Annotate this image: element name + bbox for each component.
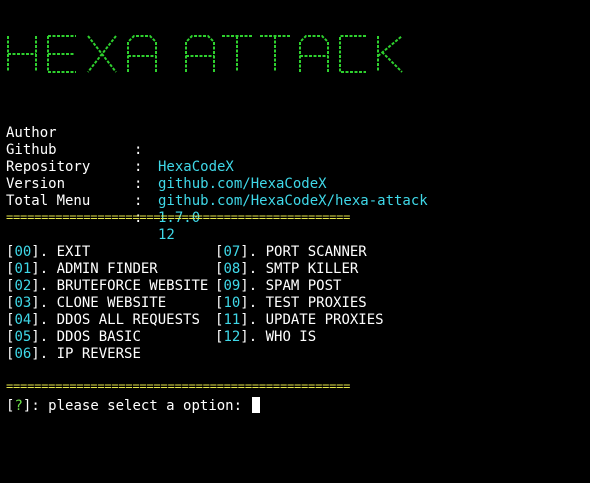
info-key: Total Menu	[6, 193, 91, 209]
divider-top: ========================================…	[6, 210, 351, 224]
info-separator: :	[134, 193, 143, 209]
menu-number: 03	[14, 295, 32, 311]
menu-number: 10	[223, 295, 241, 311]
info-separator: :	[134, 142, 143, 158]
info-row-repository: Repository : github.com/HexaCodeX/hexa-a…	[6, 142, 428, 209]
menu-item-who-is[interactable]: [12]. WHO IS	[215, 329, 384, 346]
banner-letter-a2	[185, 35, 215, 72]
menu-item-bruteforce-website[interactable]: [02]. BRUTEFORCE WEBSITE	[6, 278, 208, 295]
menu-label: SMTP KILLER	[265, 261, 359, 277]
divider-bottom: ========================================…	[6, 379, 351, 393]
menu-item-ip-reverse[interactable]: [06]. IP REVERSE	[6, 346, 208, 363]
menu-column-right: [07]. PORT SCANNER [08]. SMTP KILLER [09…	[215, 244, 384, 346]
info-value: github.com/HexaCodeX/hexa-attack	[158, 193, 428, 209]
ascii-banner: HEXA ATTACK	[6, 30, 406, 78]
menu-number: 11	[223, 312, 241, 328]
menu-number: 08	[223, 261, 241, 277]
menu-label: SPAM POST	[265, 278, 342, 294]
info-row-total-menu: Total Menu : 12	[6, 176, 175, 243]
menu-label: IP REVERSE	[56, 346, 141, 362]
prompt-text: : please select a option:	[31, 398, 251, 414]
command-prompt[interactable]: [?]: please select a option:	[6, 397, 261, 414]
menu-item-smtp-killer[interactable]: [08]. SMTP KILLER	[215, 261, 384, 278]
banner-letter-a1	[127, 35, 157, 72]
menu-label: DDOS BASIC	[56, 329, 141, 345]
menu-item-port-scanner[interactable]: [07]. PORT SCANNER	[215, 244, 384, 261]
info-separator: :	[134, 176, 143, 192]
menu-label: CLONE WEBSITE	[56, 295, 167, 311]
info-row-author: Author : HexaCodeX	[6, 108, 234, 175]
menu-number: 01	[14, 261, 32, 277]
menu-number: 09	[223, 278, 241, 294]
menu-item-spam-post[interactable]: [09]. SPAM POST	[215, 278, 384, 295]
banner-letter-a3	[299, 35, 329, 72]
terminal-window[interactable]: HEXA ATTACK	[0, 0, 590, 483]
menu-label: PORT SCANNER	[265, 244, 367, 260]
banner-art	[7, 35, 403, 73]
menu-item-exit[interactable]: [00]. EXIT	[6, 244, 208, 261]
info-value: 12	[158, 227, 175, 243]
menu-label: UPDATE PROXIES	[265, 312, 384, 328]
menu-item-clone-website[interactable]: [03]. CLONE WEBSITE	[6, 295, 208, 312]
info-value: github.com/HexaCodeX	[158, 176, 327, 192]
banner-letter-e	[47, 35, 76, 73]
menu-item-ddos-basic[interactable]: [05]. DDOS BASIC	[6, 329, 208, 346]
banner-letter-h	[7, 36, 37, 72]
banner-letter-x	[87, 35, 117, 73]
menu-item-test-proxies[interactable]: [10]. TEST PROXIES	[215, 295, 384, 312]
menu-label: DDOS ALL REQUESTS	[56, 312, 200, 328]
menu-item-update-proxies[interactable]: [11]. UPDATE PROXIES	[215, 312, 384, 329]
menu-number: 00	[14, 244, 32, 260]
menu-number: 06	[14, 346, 32, 362]
menu-number: 05	[14, 329, 32, 345]
menu-label: WHO IS	[265, 329, 317, 345]
banner-letter-t2	[260, 35, 290, 72]
menu-item-admin-finder[interactable]: [01]. ADMIN FINDER	[6, 261, 208, 278]
menu-number: 04	[14, 312, 32, 328]
banner-letter-t1	[222, 35, 252, 72]
menu-number: 07	[223, 244, 241, 260]
info-row-github: Github : github.com/HexaCodeX	[6, 125, 327, 192]
menu-label: EXIT	[56, 244, 91, 260]
text-cursor[interactable]	[252, 397, 261, 413]
prompt-question-mark: ?	[14, 398, 23, 414]
info-row-version: Version : 1.7.0	[6, 159, 200, 226]
info-separator: :	[134, 159, 143, 175]
menu-label: TEST PROXIES	[265, 295, 367, 311]
menu-label: ADMIN FINDER	[56, 261, 158, 277]
menu-number: 12	[223, 329, 241, 345]
banner-letter-c	[339, 35, 366, 73]
menu-number: 02	[14, 278, 32, 294]
info-value: HexaCodeX	[158, 159, 234, 175]
menu-column-left: [00]. EXIT [01]. ADMIN FINDER [02]. BRUT…	[6, 244, 208, 363]
info-block: Author : HexaCodeX Github : github.com/H…	[6, 108, 428, 243]
menu-label: BRUTEFORCE WEBSITE	[56, 278, 209, 294]
menu-item-ddos-all-requests[interactable]: [04]. DDOS ALL REQUESTS	[6, 312, 208, 329]
banner-letter-k	[377, 35, 403, 73]
